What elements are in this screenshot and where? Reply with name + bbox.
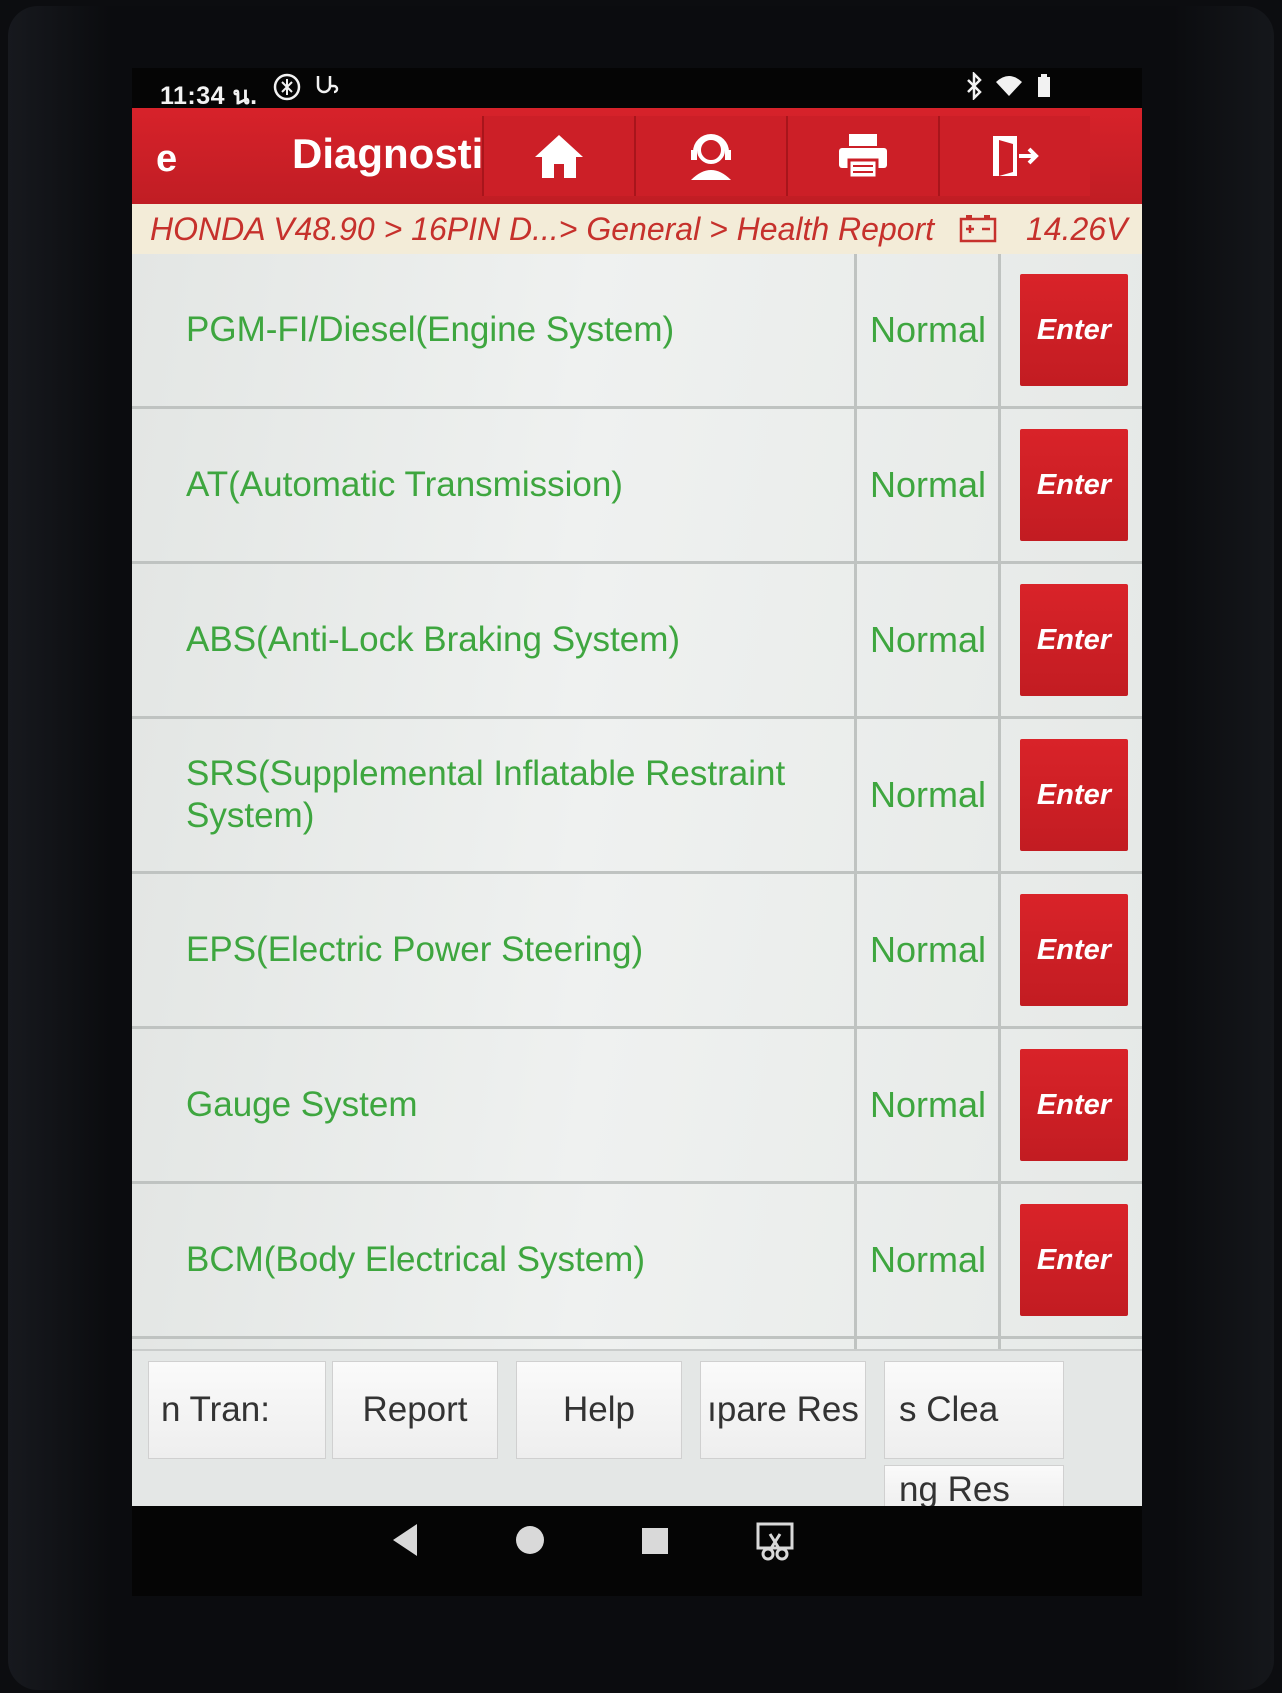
exit-icon	[993, 136, 1039, 176]
enter-button[interactable]: Enter	[1020, 1204, 1128, 1316]
health-report-list: PGM-FI/Diesel(Engine System) Normal Ente…	[132, 254, 1142, 1349]
results-button[interactable]: ng Res	[884, 1465, 1064, 1511]
table-row: Gauge System Normal Enter	[132, 1029, 1142, 1184]
title-bar: e Diagnosti	[132, 108, 1142, 204]
wifi-icon	[994, 72, 1024, 107]
column-divider	[854, 1184, 857, 1336]
battery-icon	[1036, 72, 1052, 107]
column-divider	[998, 1029, 1001, 1181]
screenshot-scissors-icon	[756, 1522, 794, 1561]
status-bar: 11:34 น.	[132, 68, 1142, 110]
system-status: Normal	[869, 1084, 986, 1125]
enter-button[interactable]: Enter	[1020, 1049, 1128, 1161]
help-button[interactable]: Help	[516, 1361, 682, 1459]
column-divider	[854, 1029, 857, 1181]
column-divider	[998, 1184, 1001, 1336]
column-divider	[854, 409, 857, 561]
system-status: Normal	[869, 1239, 986, 1280]
diagnostic-icon	[312, 72, 340, 107]
car-battery-icon	[958, 213, 998, 251]
tablet-device: 11:34 น. e Diagnosti HONDA V48.90 > 16PI…	[8, 6, 1274, 1690]
system-status: Normal	[869, 464, 986, 505]
breadcrumb-path[interactable]: HONDA V48.90 > 16PIN D...> General > Hea…	[150, 211, 934, 248]
column-divider	[854, 719, 857, 871]
report-button[interactable]: Report	[332, 1361, 498, 1459]
system-name: SRS(Supplemental Inflatable Restraint Sy…	[186, 754, 786, 835]
bottom-toolbar: n Tran: Report Help ıpare Res s Clea ng …	[132, 1349, 1142, 1511]
screen: 11:34 น. e Diagnosti HONDA V48.90 > 16PI…	[132, 68, 1142, 1596]
table-row: EPS(Electric Power Steering) Normal Ente…	[132, 874, 1142, 1029]
table-row: PGM-FI/Diesel(Engine System) Normal Ente…	[132, 254, 1142, 409]
system-name: ABS(Anti-Lock Braking System)	[186, 620, 681, 659]
breadcrumb: HONDA V48.90 > 16PIN D...> General > Hea…	[132, 204, 1142, 254]
circle-home-icon	[516, 1526, 544, 1554]
home-button[interactable]	[482, 116, 634, 196]
column-divider	[854, 254, 857, 406]
table-row: AT(Automatic Transmission) Normal Enter	[132, 409, 1142, 564]
home-nav-button[interactable]	[510, 1520, 550, 1570]
column-divider	[998, 564, 1001, 716]
recents-nav-button[interactable]	[634, 1520, 674, 1570]
title-fragment: e	[156, 138, 178, 180]
column-divider	[998, 1339, 1001, 1349]
enter-button[interactable]: Enter	[1020, 584, 1128, 696]
column-divider	[998, 409, 1001, 561]
system-name: EPS(Electric Power Steering)	[186, 930, 644, 969]
home-icon	[535, 135, 583, 178]
column-divider	[854, 874, 857, 1026]
table-row: ABS(Anti-Lock Braking System) Normal Ent…	[132, 564, 1142, 719]
battery-voltage: 14.26V	[1026, 211, 1128, 247]
table-row-partial	[132, 1339, 1142, 1349]
exit-button[interactable]	[938, 116, 1090, 196]
enter-button[interactable]: Enter	[1020, 429, 1128, 541]
back-icon	[393, 1524, 417, 1556]
system-name: BCM(Body Electrical System)	[186, 1240, 645, 1279]
page-title: Diagnosti	[292, 130, 484, 177]
system-nav-bar	[132, 1506, 1142, 1596]
support-button[interactable]	[634, 116, 786, 196]
system-name: PGM-FI/Diesel(Engine System)	[186, 310, 675, 349]
back-nav-button[interactable]	[387, 1520, 423, 1570]
bluetooth-icon	[964, 70, 984, 107]
support-agent-icon	[691, 134, 731, 180]
print-button[interactable]	[786, 116, 938, 196]
clear-codes-button[interactable]: s Clea	[884, 1361, 1064, 1459]
column-divider	[998, 254, 1001, 406]
system-status: Normal	[869, 619, 986, 660]
data-stream-trans-button[interactable]: n Tran:	[148, 1361, 326, 1459]
column-divider	[998, 874, 1001, 1026]
enter-button[interactable]: Enter	[1020, 894, 1128, 1006]
diagnostic-app: e Diagnosti HONDA V48.90 > 16PIN D...> G…	[132, 108, 1142, 1511]
enter-button[interactable]: Enter	[1020, 739, 1128, 851]
screenshot-nav-button[interactable]	[754, 1520, 796, 1572]
column-divider	[854, 564, 857, 716]
system-name: AT(Automatic Transmission)	[186, 465, 623, 504]
system-name: Gauge System	[186, 1085, 418, 1124]
table-row: SRS(Supplemental Inflatable Restraint Sy…	[132, 719, 1142, 874]
table-row: BCM(Body Electrical System) Normal Enter	[132, 1184, 1142, 1339]
compare-results-button[interactable]: ıpare Res	[700, 1361, 866, 1459]
square-recents-icon	[642, 1528, 668, 1554]
enter-button[interactable]: Enter	[1020, 274, 1128, 386]
app-indicator-icon	[272, 72, 302, 109]
print-icon	[839, 134, 887, 180]
system-status: Normal	[869, 929, 986, 970]
system-status: Normal	[869, 774, 986, 815]
column-divider	[998, 719, 1001, 871]
system-status: Normal	[869, 309, 986, 350]
column-divider	[854, 1339, 857, 1349]
